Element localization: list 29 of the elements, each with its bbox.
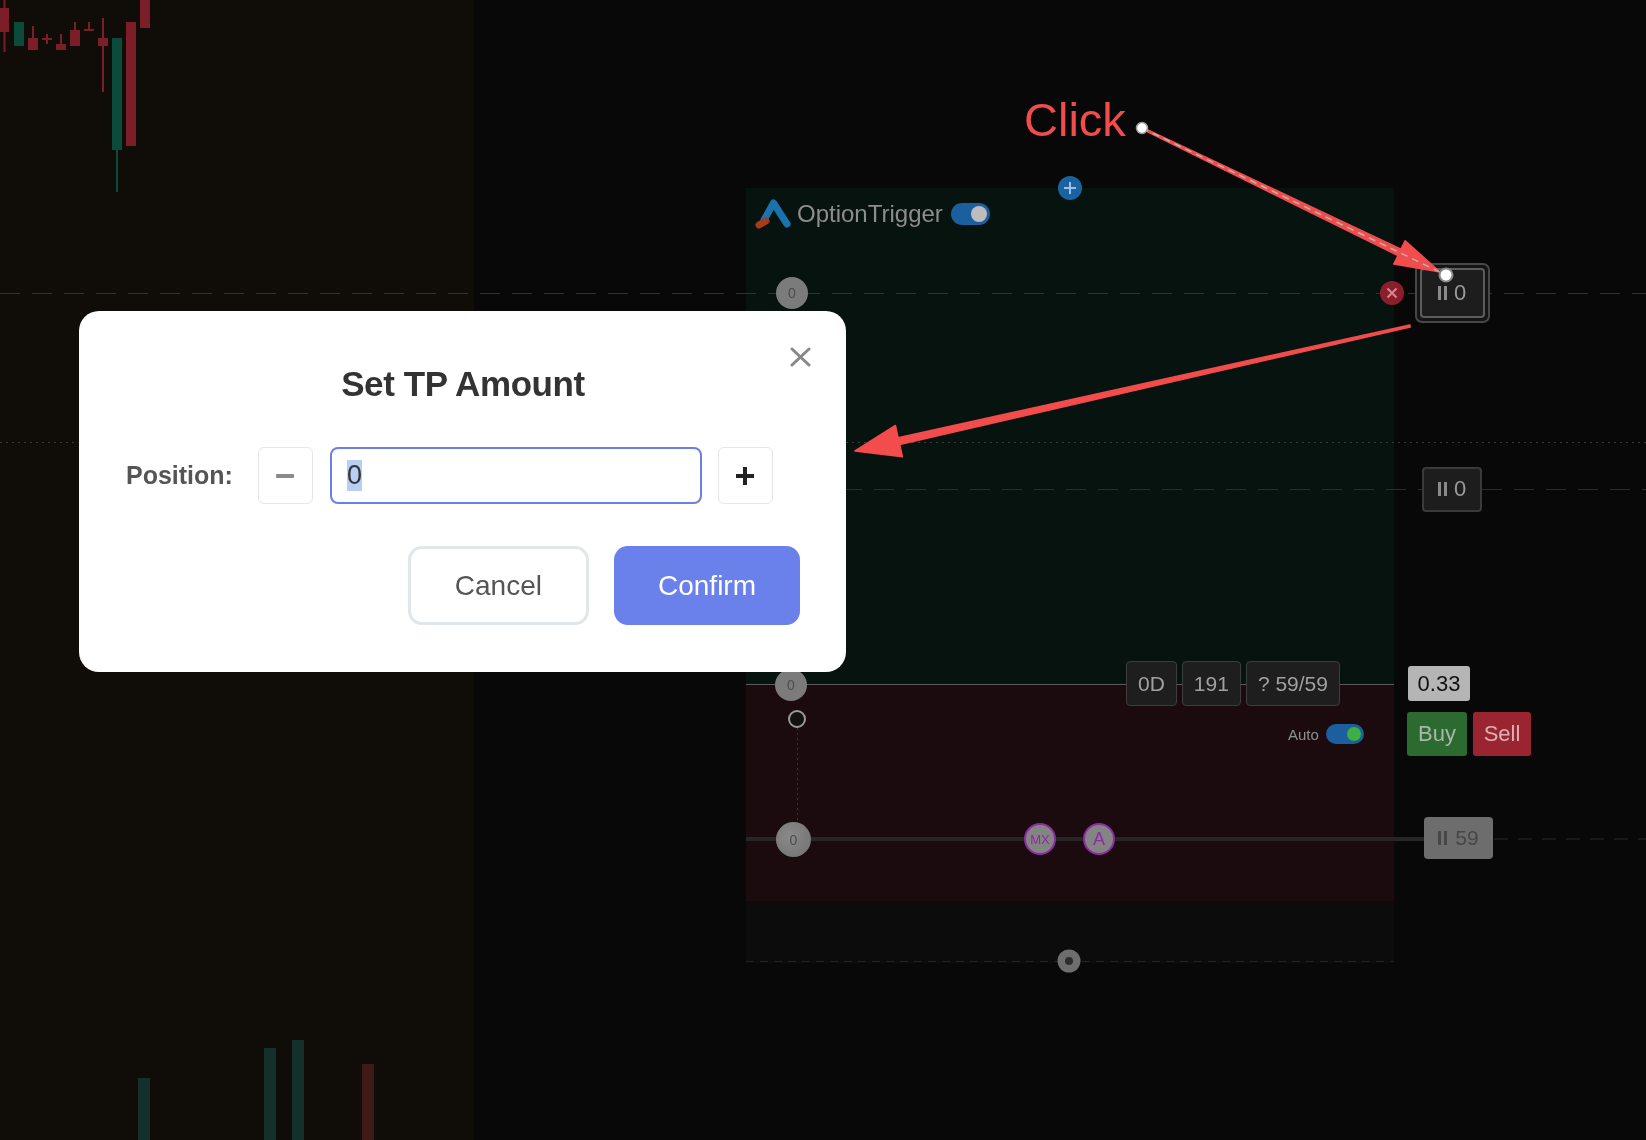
input-field[interactable]: 0 — [329, 447, 702, 504]
quantity-button[interactable]: 0 — [1422, 466, 1482, 512]
sell-button[interactable]: Sell — [1473, 712, 1531, 756]
price-tag: 0.33 — [1408, 666, 1470, 701]
info-chip[interactable]: ? 59/59 — [1245, 661, 1340, 706]
plus-icon — [736, 466, 755, 485]
buy-button[interactable]: Buy — [1407, 712, 1467, 756]
annotation-label: Click — [1024, 96, 1126, 143]
logo-icon — [754, 198, 792, 229]
close-icon[interactable] — [1380, 281, 1404, 305]
decrement-button[interactable] — [257, 447, 313, 504]
close-icon[interactable] — [790, 347, 811, 367]
info-chip[interactable]: 191 — [1181, 661, 1241, 706]
cancel-button[interactable]: Cancel — [407, 546, 589, 625]
pause-icon — [1437, 482, 1447, 496]
drag-handle-icon[interactable] — [1057, 949, 1081, 973]
dialog-title: Set TP Amount — [341, 363, 585, 405]
toggle-label: Auto — [1288, 725, 1319, 743]
ring-icon — [788, 710, 806, 728]
field-label: Position: — [126, 461, 233, 490]
plus-icon[interactable] — [1058, 176, 1082, 200]
info-chip[interactable]: 0D — [1126, 661, 1177, 706]
increment-button[interactable] — [717, 447, 773, 504]
confirm-button[interactable]: Confirm — [614, 546, 800, 625]
quantity-button[interactable]: 0 — [1414, 263, 1490, 323]
panel-title: OptionTrigger — [797, 199, 943, 228]
pause-icon — [1438, 831, 1448, 845]
pause-icon — [1437, 286, 1447, 300]
minus-icon — [276, 473, 295, 478]
